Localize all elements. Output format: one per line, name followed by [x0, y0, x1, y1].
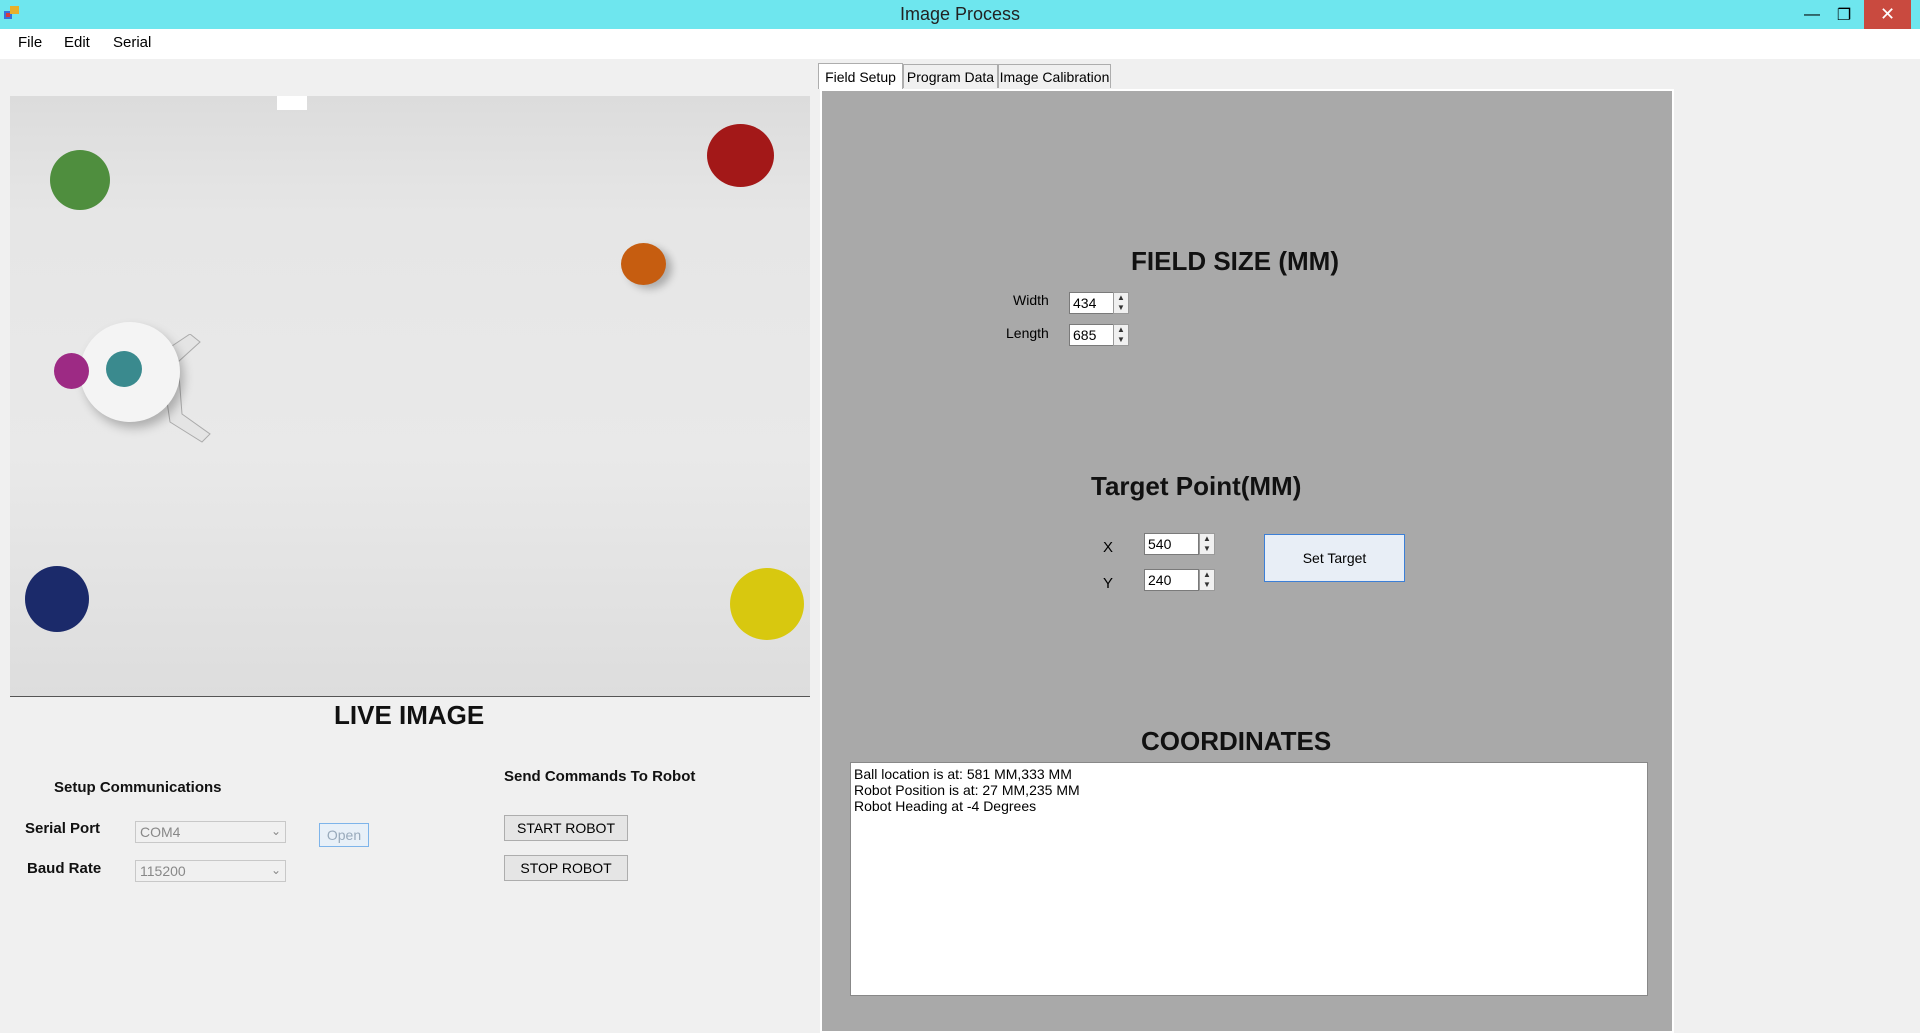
width-input[interactable]: 434 — [1069, 292, 1114, 314]
width-spinner[interactable]: ▲▼ — [1113, 292, 1129, 314]
target-y-input[interactable]: 240 — [1144, 569, 1199, 591]
open-button[interactable]: Open — [319, 823, 369, 847]
serial-port-select[interactable]: COM4 ⌄ — [135, 821, 286, 843]
coordinates-textbox[interactable]: Ball location is at: 581 MM,333 MM Robot… — [850, 762, 1648, 996]
chevron-down-icon: ⌄ — [271, 863, 281, 877]
serial-port-value: COM4 — [140, 824, 180, 840]
live-camera-image — [10, 96, 810, 697]
tab-program-data[interactable]: Program Data — [903, 64, 998, 88]
live-image-label: LIVE IMAGE — [334, 700, 484, 731]
length-input[interactable]: 685 — [1069, 324, 1114, 346]
menu-serial[interactable]: Serial — [113, 34, 151, 51]
stop-robot-button[interactable]: STOP ROBOT — [504, 855, 628, 881]
maximize-button[interactable]: ❐ — [1824, 0, 1864, 29]
red-marker — [707, 124, 774, 187]
light-reflection — [277, 96, 307, 110]
yellow-marker — [730, 568, 804, 640]
length-spinner[interactable]: ▲▼ — [1113, 324, 1129, 346]
target-y-spinner[interactable]: ▲▼ — [1199, 569, 1215, 591]
width-label: Width — [1013, 292, 1049, 308]
field-size-heading: FIELD SIZE (MM) — [1131, 246, 1339, 277]
baud-rate-value: 115200 — [140, 863, 186, 879]
start-robot-button[interactable]: START ROBOT — [504, 815, 628, 841]
menu-edit[interactable]: Edit — [64, 34, 90, 51]
menu-bar — [0, 29, 1920, 59]
set-target-button[interactable]: Set Target — [1264, 534, 1405, 582]
send-commands-heading: Send Commands To Robot — [504, 768, 695, 785]
setup-communications-heading: Setup Communications — [54, 779, 222, 796]
length-label: Length — [1006, 325, 1049, 341]
close-button[interactable]: ✕ — [1864, 0, 1911, 29]
tab-field-setup[interactable]: Field Setup — [818, 63, 903, 89]
magenta-marker — [54, 353, 89, 389]
target-x-label: X — [1103, 539, 1113, 556]
baud-rate-select[interactable]: 115200 ⌄ — [135, 860, 286, 882]
window-title: Image Process — [0, 4, 1920, 25]
orange-ball — [621, 243, 666, 285]
coordinates-heading: COORDINATES — [1141, 726, 1331, 757]
robot-position-line: Robot Position is at: 27 MM,235 MM — [854, 782, 1644, 798]
teal-marker — [106, 351, 142, 387]
target-point-heading: Target Point(MM) — [1091, 471, 1301, 502]
blue-marker — [25, 566, 89, 632]
chevron-down-icon: ⌄ — [271, 824, 281, 838]
target-x-input[interactable]: 540 — [1144, 533, 1199, 555]
target-y-label: Y — [1103, 575, 1113, 592]
serial-port-label: Serial Port — [25, 820, 100, 837]
green-marker — [50, 150, 110, 210]
baud-rate-label: Baud Rate — [27, 860, 101, 877]
menu-file[interactable]: File — [18, 34, 42, 51]
target-x-spinner[interactable]: ▲▼ — [1199, 533, 1215, 555]
tab-image-calibration[interactable]: Image Calibration — [998, 64, 1111, 88]
robot-heading-line: Robot Heading at -4 Degrees — [854, 798, 1644, 814]
ball-location-line: Ball location is at: 581 MM,333 MM — [854, 766, 1644, 782]
